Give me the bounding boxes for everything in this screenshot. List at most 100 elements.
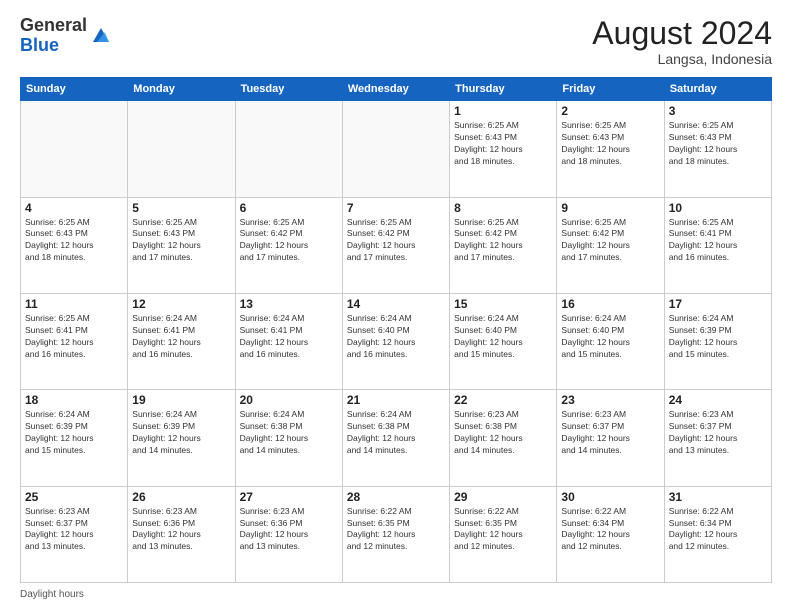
day-number: 10 (669, 201, 767, 215)
calendar-week-row: 18 Sunrise: 6:24 AM Sunset: 6:39 PM Dayli… (21, 390, 772, 486)
day-number: 12 (132, 297, 230, 311)
day-number: 14 (347, 297, 445, 311)
day-number: 4 (25, 201, 123, 215)
day-number: 29 (454, 490, 552, 504)
calendar-cell: 15Sunrise: 6:24 AM Sunset: 6:40 PM Dayli… (450, 293, 557, 389)
calendar-cell: 3Sunrise: 6:25 AM Sunset: 6:43 PM Daylig… (664, 101, 771, 197)
day-info: Sunrise: 6:25 AM Sunset: 6:43 PM Dayligh… (561, 120, 659, 168)
calendar-cell: 8Sunrise: 6:25 AM Sunset: 6:42 PM Daylig… (450, 197, 557, 293)
calendar-cell: 6 Sunrise: 6:25 AM Sunset: 6:42 PM Daylig… (235, 197, 342, 293)
daylight-label: Daylight hours (20, 589, 84, 600)
day-number: 28 (347, 490, 445, 504)
day-number: 5 (132, 201, 230, 215)
weekday-header: Saturday (664, 78, 771, 101)
calendar-cell (235, 101, 342, 197)
calendar-cell: 16 Sunrise: 6:24 AM Sunset: 6:40 PM Dayli… (557, 293, 664, 389)
calendar-cell: 19Sunrise: 6:24 AM Sunset: 6:39 PM Dayli… (128, 390, 235, 486)
day-number: 1 (454, 104, 552, 118)
day-info: Sunrise: 6:24 AM Sunset: 6:40 PM Dayligh… (347, 313, 445, 361)
weekday-header: Thursday (450, 78, 557, 101)
title-block: August 2024 Langsa, Indonesia (592, 16, 772, 67)
day-info: Sunrise: 6:25 AM Sunset: 6:43 PM Dayligh… (25, 217, 123, 265)
calendar-cell: 12 Sunrise: 6:24 AM Sunset: 6:41 PM Dayli… (128, 293, 235, 389)
day-info: Sunrise: 6:23 AM Sunset: 6:38 PM Dayligh… (454, 409, 552, 457)
day-number: 26 (132, 490, 230, 504)
day-number: 24 (669, 393, 767, 407)
logo-icon (89, 24, 113, 48)
day-info: Sunrise: 6:23 AM Sunset: 6:36 PM Dayligh… (240, 506, 338, 554)
day-info: Sunrise: 6:23 AM Sunset: 6:36 PM Dayligh… (132, 506, 230, 554)
day-number: 18 (25, 393, 123, 407)
location: Langsa, Indonesia (592, 51, 772, 67)
day-info: Sunrise: 6:24 AM Sunset: 6:38 PM Dayligh… (240, 409, 338, 457)
calendar-cell: 17Sunrise: 6:24 AM Sunset: 6:39 PM Dayli… (664, 293, 771, 389)
day-number: 13 (240, 297, 338, 311)
day-info: Sunrise: 6:24 AM Sunset: 6:39 PM Dayligh… (132, 409, 230, 457)
logo: General Blue (20, 16, 113, 56)
calendar-cell (21, 101, 128, 197)
calendar-cell: 4 Sunrise: 6:25 AM Sunset: 6:43 PM Daylig… (21, 197, 128, 293)
calendar-cell: 7 Sunrise: 6:25 AM Sunset: 6:42 PM Daylig… (342, 197, 449, 293)
day-number: 25 (25, 490, 123, 504)
weekday-header: Tuesday (235, 78, 342, 101)
header: General Blue August 2024 Langsa, Indones… (20, 16, 772, 67)
calendar-cell: 14 Sunrise: 6:24 AM Sunset: 6:40 PM Dayli… (342, 293, 449, 389)
day-info: Sunrise: 6:25 AM Sunset: 6:43 PM Dayligh… (132, 217, 230, 265)
calendar-cell: 30Sunrise: 6:22 AM Sunset: 6:34 PM Dayli… (557, 486, 664, 582)
day-number: 9 (561, 201, 659, 215)
weekday-header: Friday (557, 78, 664, 101)
logo-general: General (20, 15, 87, 35)
day-number: 31 (669, 490, 767, 504)
day-number: 11 (25, 297, 123, 311)
calendar-cell: 25 Sunrise: 6:23 AM Sunset: 6:37 PM Dayli… (21, 486, 128, 582)
day-number: 20 (240, 393, 338, 407)
weekday-header: Sunday (21, 78, 128, 101)
calendar-cell: 28 Sunrise: 6:22 AM Sunset: 6:35 PM Dayli… (342, 486, 449, 582)
month-year: August 2024 (592, 16, 772, 51)
day-info: Sunrise: 6:25 AM Sunset: 6:41 PM Dayligh… (25, 313, 123, 361)
calendar-cell: 18Sunrise: 6:24 AM Sunset: 6:39 PM Dayli… (21, 390, 128, 486)
day-info: Sunrise: 6:25 AM Sunset: 6:42 PM Dayligh… (240, 217, 338, 265)
calendar-cell: 29 Sunrise: 6:22 AM Sunset: 6:35 PM Dayli… (450, 486, 557, 582)
calendar-cell: 13 Sunrise: 6:24 AM Sunset: 6:41 PM Dayli… (235, 293, 342, 389)
day-info: Sunrise: 6:25 AM Sunset: 6:42 PM Dayligh… (347, 217, 445, 265)
calendar-cell: 20 Sunrise: 6:24 AM Sunset: 6:38 PM Dayli… (235, 390, 342, 486)
day-info: Sunrise: 6:23 AM Sunset: 6:37 PM Dayligh… (25, 506, 123, 554)
day-info: Sunrise: 6:22 AM Sunset: 6:34 PM Dayligh… (669, 506, 767, 554)
day-number: 16 (561, 297, 659, 311)
weekday-header: Monday (128, 78, 235, 101)
calendar-cell: 21Sunrise: 6:24 AM Sunset: 6:38 PM Dayli… (342, 390, 449, 486)
day-number: 6 (240, 201, 338, 215)
calendar-week-row: 11 Sunrise: 6:25 AM Sunset: 6:41 PM Dayli… (21, 293, 772, 389)
calendar-week-row: 25 Sunrise: 6:23 AM Sunset: 6:37 PM Dayli… (21, 486, 772, 582)
day-number: 21 (347, 393, 445, 407)
calendar-cell: 1 Sunrise: 6:25 AM Sunset: 6:43 PM Daylig… (450, 101, 557, 197)
weekday-header: Wednesday (342, 78, 449, 101)
day-info: Sunrise: 6:24 AM Sunset: 6:41 PM Dayligh… (240, 313, 338, 361)
day-number: 7 (347, 201, 445, 215)
calendar-cell: 5 Sunrise: 6:25 AM Sunset: 6:43 PM Daylig… (128, 197, 235, 293)
page: General Blue August 2024 Langsa, Indones… (0, 0, 792, 612)
day-info: Sunrise: 6:25 AM Sunset: 6:43 PM Dayligh… (454, 120, 552, 168)
calendar-cell: 11 Sunrise: 6:25 AM Sunset: 6:41 PM Dayli… (21, 293, 128, 389)
calendar-cell: 27 Sunrise: 6:23 AM Sunset: 6:36 PM Dayli… (235, 486, 342, 582)
day-info: Sunrise: 6:24 AM Sunset: 6:41 PM Dayligh… (132, 313, 230, 361)
day-info: Sunrise: 6:25 AM Sunset: 6:42 PM Dayligh… (561, 217, 659, 265)
day-info: Sunrise: 6:22 AM Sunset: 6:35 PM Dayligh… (347, 506, 445, 554)
day-info: Sunrise: 6:23 AM Sunset: 6:37 PM Dayligh… (561, 409, 659, 457)
calendar-cell: 9 Sunrise: 6:25 AM Sunset: 6:42 PM Daylig… (557, 197, 664, 293)
calendar-cell: 31 Sunrise: 6:22 AM Sunset: 6:34 PM Dayli… (664, 486, 771, 582)
day-info: Sunrise: 6:24 AM Sunset: 6:40 PM Dayligh… (561, 313, 659, 361)
day-info: Sunrise: 6:25 AM Sunset: 6:43 PM Dayligh… (669, 120, 767, 168)
calendar-cell: 26 Sunrise: 6:23 AM Sunset: 6:36 PM Dayli… (128, 486, 235, 582)
day-info: Sunrise: 6:22 AM Sunset: 6:35 PM Dayligh… (454, 506, 552, 554)
day-number: 27 (240, 490, 338, 504)
day-info: Sunrise: 6:24 AM Sunset: 6:40 PM Dayligh… (454, 313, 552, 361)
calendar-cell: 23Sunrise: 6:23 AM Sunset: 6:37 PM Dayli… (557, 390, 664, 486)
day-info: Sunrise: 6:23 AM Sunset: 6:37 PM Dayligh… (669, 409, 767, 457)
day-number: 8 (454, 201, 552, 215)
calendar-cell: 10Sunrise: 6:25 AM Sunset: 6:41 PM Dayli… (664, 197, 771, 293)
day-number: 30 (561, 490, 659, 504)
calendar-cell: 24 Sunrise: 6:23 AM Sunset: 6:37 PM Dayli… (664, 390, 771, 486)
calendar-cell (128, 101, 235, 197)
